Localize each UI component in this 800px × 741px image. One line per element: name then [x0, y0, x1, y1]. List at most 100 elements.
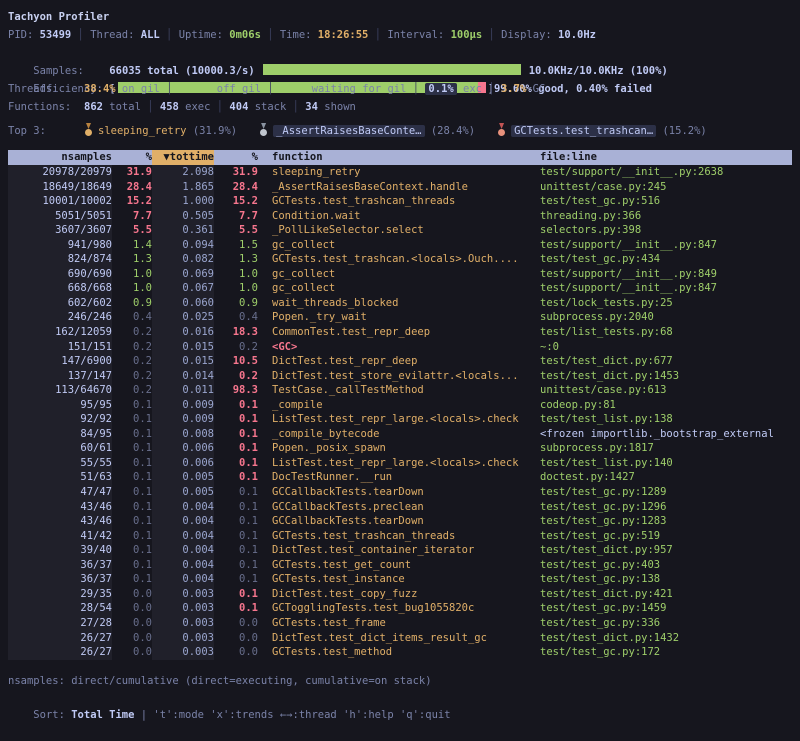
table-row[interactable]: 36/370.10.0040.1GCTests.test_instancetes… — [8, 572, 792, 587]
table-row[interactable]: 246/2460.40.0250.4Popen._try_waitsubproc… — [8, 310, 792, 325]
cell-cumulative-pct: 0.1 — [214, 412, 258, 427]
cell-direct-pct: 0.1 — [112, 529, 152, 544]
column-header-nsamples[interactable]: nsamples — [8, 150, 112, 165]
cell-cumulative-pct: 0.1 — [214, 500, 258, 515]
table-row[interactable]: 10001/1000215.21.00015.2GCTests.test_tra… — [8, 194, 792, 209]
table-row[interactable]: 113/646700.20.01198.3TestCase._callTestM… — [8, 383, 792, 398]
cell-function: gc_collect — [272, 267, 335, 282]
separator: │ — [160, 83, 179, 95]
column-header-tottime[interactable]: ▼tottime — [152, 150, 214, 165]
cell-cumulative-pct: 10.5 — [214, 354, 258, 369]
table-row[interactable]: 162/120590.20.01618.3CommonTest.test_rep… — [8, 325, 792, 340]
table-row[interactable]: 20978/2097931.92.09831.9sleeping_retryte… — [8, 165, 792, 180]
cell-direct-pct: 0.1 — [112, 485, 152, 500]
table-row[interactable]: 690/6901.00.0691.0gc_collecttest/support… — [8, 267, 792, 282]
table-row[interactable]: 84/950.10.0080.1_compile_bytecode<frozen… — [8, 427, 792, 442]
table-row[interactable]: 151/1510.20.0150.2<GC>~:0 — [8, 340, 792, 355]
cell-cumulative-pct: 0.1 — [214, 441, 258, 456]
cell-nsamples: 824/874 — [8, 252, 112, 267]
functions-stat-label: shown — [318, 101, 356, 113]
cell-tottime: 0.361 — [152, 223, 214, 238]
table-row[interactable]: 137/1470.20.0140.2DictTest.test_store_ev… — [8, 369, 792, 384]
table-row[interactable]: 27/280.00.0030.0GCTests.test_frametest/t… — [8, 616, 792, 631]
thread-stat-label: on gil — [116, 83, 160, 95]
cell-function: Condition.wait — [272, 209, 361, 224]
table-row[interactable]: 95/950.10.0090.1_compilecodeop.py:81 — [8, 398, 792, 413]
cell-file-line: codeop.py:81 — [540, 398, 616, 413]
cell-function: Popen._try_wait — [272, 310, 367, 325]
cell-file-line: test/test_gc.py:172 — [540, 645, 660, 660]
table-row[interactable]: 26/270.00.0030.0GCTests.test_methodtest/… — [8, 645, 792, 660]
cell-direct-pct: 0.1 — [112, 412, 152, 427]
column-header-cumulative-pct[interactable]: % — [214, 150, 258, 165]
table-row[interactable]: 47/470.10.0050.1GCCallbackTests.tearDown… — [8, 485, 792, 500]
samples-progress-bar — [263, 64, 521, 75]
functions-stat-value: 34 — [305, 101, 318, 113]
table-row[interactable]: 3607/36075.50.3615.5_PollLikeSelector.se… — [8, 223, 792, 238]
table-row[interactable]: 602/6020.90.0600.9wait_threads_blockedte… — [8, 296, 792, 311]
top-function-pct: (15.2%) — [656, 125, 707, 137]
cell-direct-pct: 7.7 — [112, 209, 152, 224]
table-row[interactable]: 60/610.10.0060.1Popen._posix_spawnsubpro… — [8, 441, 792, 456]
cell-file-line: <frozen importlib._bootstrap_external — [540, 427, 774, 442]
cell-nsamples: 55/55 — [8, 456, 112, 471]
table-row[interactable]: 92/920.10.0090.1ListTest.test_repr_large… — [8, 412, 792, 427]
table-row[interactable]: 941/9801.40.0941.5gc_collecttest/support… — [8, 238, 792, 253]
cell-cumulative-pct: 0.2 — [214, 369, 258, 384]
cell-direct-pct: 0.1 — [112, 543, 152, 558]
cell-file-line: selectors.py:398 — [540, 223, 641, 238]
functions-line: Functions:862 total │ 458 exec │ 404 sta… — [8, 98, 792, 116]
table-row[interactable]: 43/460.10.0040.1GCCallbackTests.preclean… — [8, 500, 792, 515]
table-row[interactable]: 26/270.00.0030.0DictTest.test_dict_items… — [8, 631, 792, 646]
footer-keybar: Sort: Total Time | 't':mode 'x':trends ←… — [8, 690, 792, 707]
cell-function: GCTests.test_frame — [272, 616, 386, 631]
table-row[interactable]: 36/370.10.0040.1GCTests.test_get_countte… — [8, 558, 792, 573]
column-header-direct-pct[interactable]: % — [112, 150, 152, 165]
cell-direct-pct: 0.1 — [112, 456, 152, 471]
cell-tottime: 0.004 — [152, 529, 214, 544]
table-row[interactable]: 39/400.10.0040.1DictTest.test_container_… — [8, 543, 792, 558]
cell-file-line: test/test_gc.py:138 — [540, 572, 660, 587]
table-row[interactable]: 51/630.10.0050.1DocTestRunner.__rundocte… — [8, 470, 792, 485]
table-row[interactable]: 668/6681.00.0671.0gc_collecttest/support… — [8, 281, 792, 296]
cell-tottime: 0.003 — [152, 587, 214, 602]
functions-stat-label: exec — [179, 101, 211, 113]
cell-file-line: test/test_gc.py:1289 — [540, 485, 666, 500]
functions-stat-value: 458 — [160, 101, 179, 113]
thread-stat-label: waiting for gil — [305, 83, 406, 95]
column-header-function[interactable]: function — [272, 150, 323, 165]
table-row[interactable]: 55/550.10.0060.1ListTest.test_repr_large… — [8, 456, 792, 471]
cell-nsamples: 26/27 — [8, 645, 112, 660]
table-row[interactable]: 18649/1864928.41.86528.4_AssertRaisesBas… — [8, 180, 792, 195]
cell-tottime: 0.060 — [152, 296, 214, 311]
table-row[interactable]: 41/420.10.0040.1GCTests.test_trashcan_th… — [8, 529, 792, 544]
table-row[interactable]: 29/350.00.0030.1DictTest.test_copy_fuzzt… — [8, 587, 792, 602]
table-body: 20978/2097931.92.09831.9sleeping_retryte… — [8, 165, 792, 660]
status-value: 10.0Hz — [558, 29, 596, 41]
profile-table: nsamples % ▼tottime % function file:line… — [8, 150, 792, 660]
cell-tottime: 0.005 — [152, 470, 214, 485]
samples-rate: 10.0KHz/10.0KHz (100%) — [529, 65, 668, 77]
cell-file-line: test/test_gc.py:1296 — [540, 500, 666, 515]
cell-tottime: 0.004 — [152, 514, 214, 529]
cell-function: DictTest.test_dict_items_result_gc — [272, 631, 487, 646]
cell-function: sleeping_retry — [272, 165, 361, 180]
cell-file-line: test/support/__init__.py:849 — [540, 267, 717, 282]
table-row[interactable]: 824/8741.30.0821.3GCTests.test_trashcan.… — [8, 252, 792, 267]
cell-direct-pct: 0.2 — [112, 369, 152, 384]
cell-function: GCTests.test_trashcan.<locals>.Ouch.... — [272, 252, 519, 267]
cell-file-line: subprocess.py:1817 — [540, 441, 654, 456]
samples-progress-fill — [263, 64, 521, 75]
cell-direct-pct: 5.5 — [112, 223, 152, 238]
table-row[interactable]: 28/540.00.0030.1GCTogglingTests.test_bug… — [8, 601, 792, 616]
table-row[interactable]: 147/69000.20.01510.5DictTest.test_repr_d… — [8, 354, 792, 369]
table-row[interactable]: 5051/50517.70.5057.7Condition.waitthread… — [8, 209, 792, 224]
cell-tottime: 0.004 — [152, 558, 214, 573]
cell-direct-pct: 15.2 — [112, 194, 152, 209]
cell-function: DictTest.test_store_evilattr.<locals... — [272, 369, 519, 384]
cell-function: gc_collect — [272, 281, 335, 296]
table-row[interactable]: 43/460.10.0040.1GCCallbackTests.tearDown… — [8, 514, 792, 529]
column-header-file-line[interactable]: file:line — [540, 150, 597, 165]
cell-tottime: 0.004 — [152, 572, 214, 587]
top3-label: Top 3: — [8, 122, 84, 140]
